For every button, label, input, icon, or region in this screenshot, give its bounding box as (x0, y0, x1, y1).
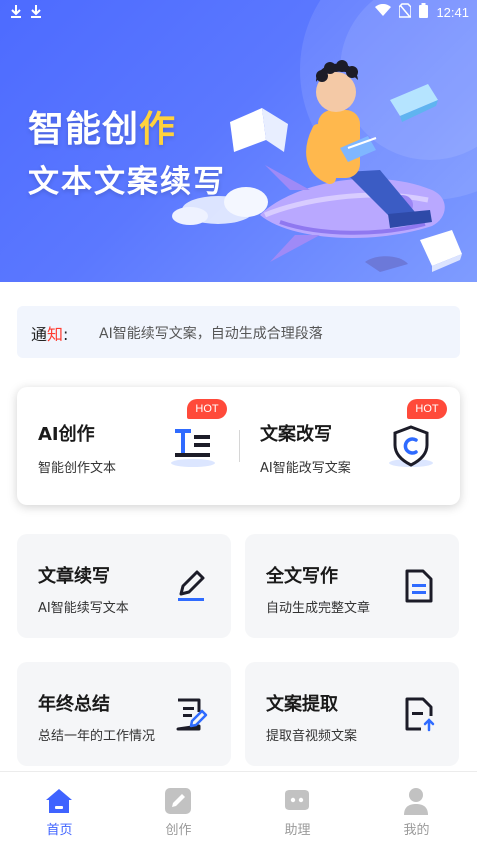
tab-assistant[interactable]: 助理 (238, 772, 357, 848)
tab-label: 助理 (284, 823, 311, 838)
feature-text-extract[interactable]: 文案提取 提取音视频文案 (245, 662, 459, 766)
tab-label: 创作 (165, 823, 192, 838)
feature-title: 文章续写 (38, 566, 110, 587)
tab-home[interactable]: 首页 (0, 772, 119, 848)
hero-banner[interactable]: 12:41 智能创作 文本文案续写 (0, 0, 477, 282)
battery-icon (419, 3, 429, 22)
download-icon (30, 4, 42, 22)
feature-desc: 智能创作文本 (38, 461, 117, 476)
feature-ai-create[interactable]: AI创作 智能创作文本 HOT (17, 387, 238, 505)
wifi-icon (375, 3, 392, 21)
rocket-reader-illustration (172, 60, 462, 272)
feature-desc: 总结一年的工作情况 (38, 729, 156, 744)
no-sim-icon (398, 3, 413, 22)
hot-features-card: AI创作 智能创作文本 HOT 文案改写 AI智能改写文案 HOT (17, 387, 460, 505)
status-bar: 12:41 (0, 0, 477, 24)
notice-tag: 通知: (31, 325, 69, 344)
user-icon (404, 788, 428, 815)
shield-c-icon (389, 425, 433, 467)
feature-title: 全文写作 (266, 566, 338, 587)
notice-message: AI智能续写文案，自动生成合理段落 (99, 326, 323, 342)
file-upload-icon (405, 697, 435, 732)
text-align-icon (171, 429, 215, 467)
feature-desc: AI智能续写文本 (38, 601, 129, 616)
document-icon (405, 569, 433, 603)
chat-bot-icon (285, 790, 309, 810)
feature-title: 文案提取 (266, 694, 338, 715)
feature-desc: AI智能改写文案 (260, 461, 351, 476)
tab-mine[interactable]: 我的 (357, 772, 476, 848)
status-time: 12:41 (436, 5, 469, 20)
feature-title: 年终总结 (38, 694, 110, 715)
hot-badge: HOT (407, 399, 447, 419)
bottom-tab-bar: 首页 创作 助理 我的 (0, 771, 477, 848)
notice-bar[interactable]: 通知: AI智能续写文案，自动生成合理段落 (17, 306, 460, 358)
tab-label: 首页 (46, 823, 73, 838)
feature-desc: 提取音视频文案 (266, 729, 358, 744)
home-icon (46, 789, 72, 813)
hot-badge: HOT (187, 399, 227, 419)
tab-create[interactable]: 创作 (119, 772, 238, 848)
feature-rewrite[interactable]: 文案改写 AI智能改写文案 HOT (239, 387, 460, 505)
edit-icon (165, 788, 191, 814)
pen-edit-icon (178, 570, 205, 601)
tab-label: 我的 (403, 823, 430, 838)
feature-year-summary[interactable]: 年终总结 总结一年的工作情况 (17, 662, 231, 766)
feature-title: AI创作 (38, 424, 95, 445)
feature-title: 文案改写 (260, 424, 332, 445)
feature-full-writing[interactable]: 全文写作 自动生成完整文章 (245, 534, 459, 638)
download-icon (10, 4, 22, 22)
feature-continue-writing[interactable]: 文章续写 AI智能续写文本 (17, 534, 231, 638)
note-edit-icon (176, 698, 208, 731)
feature-desc: 自动生成完整文章 (266, 601, 371, 616)
banner-title: 智能创作 (28, 109, 177, 150)
